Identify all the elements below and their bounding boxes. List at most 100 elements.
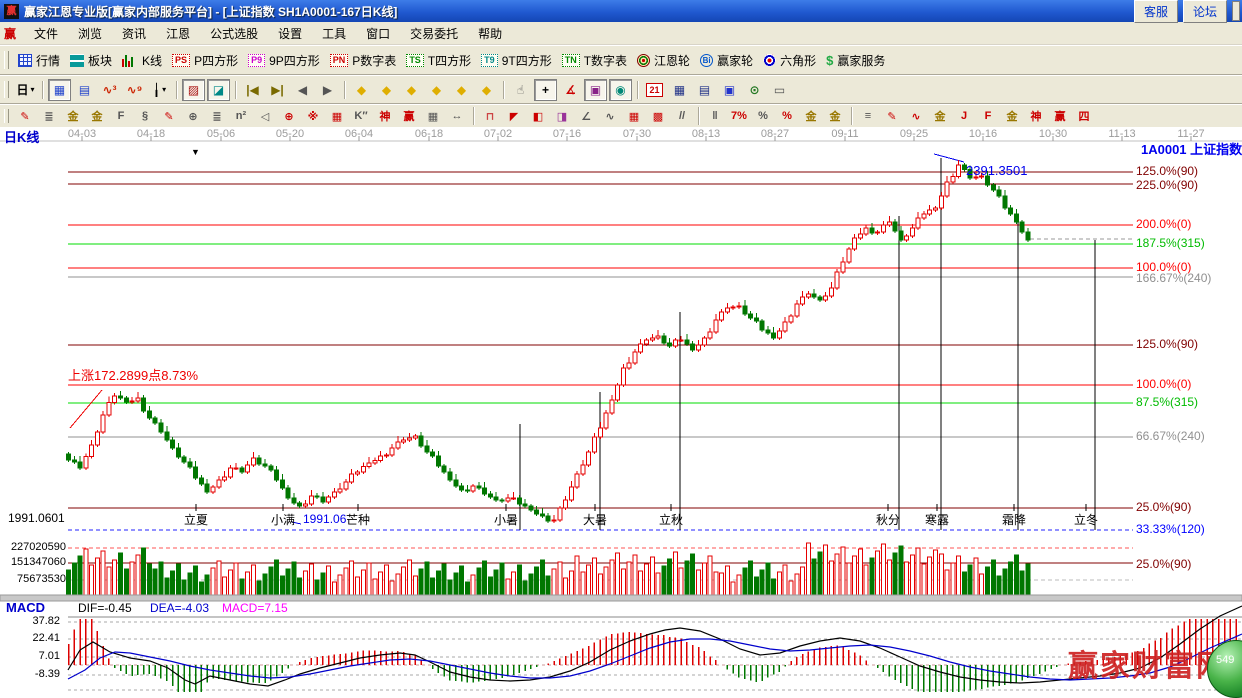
toolbar-button-kline[interactable]: K线 (117, 49, 167, 72)
toolbar-button-t9-square[interactable]: T99T四方形 (476, 49, 557, 72)
tool-gann-diamond-x[interactable]: ◆ (425, 79, 448, 101)
tool-angle-lines[interactable]: ∠ (575, 107, 597, 126)
toolbar-button-p-number-table[interactable]: PNP数字表 (325, 49, 402, 72)
tool-gann-box[interactable]: ▣ (584, 79, 607, 101)
tool-grid-red-1[interactable]: ▦ (623, 107, 645, 126)
tool-goto-first[interactable]: |◀ (241, 79, 264, 101)
tool-percent-plain[interactable]: % (752, 107, 774, 126)
tool-gann-comb[interactable]: ≣ (38, 107, 60, 126)
menu-item-8[interactable]: 交易委托 (400, 23, 468, 44)
toolbar-grip[interactable] (4, 109, 9, 123)
tool-fan-box-2[interactable]: ◨ (551, 107, 573, 126)
tool-span-arrows[interactable]: ↔ (446, 107, 468, 126)
toolbar-button-t-number-table[interactable]: TNT数字表 (557, 49, 632, 72)
menu-item-3[interactable]: 江恩 (156, 23, 200, 44)
tool-period-day-dropdown[interactable]: 日▾ (14, 79, 37, 101)
tool-rect-tool[interactable]: ⊓ (479, 107, 501, 126)
period-label[interactable]: 日K线 (4, 131, 39, 144)
toolbar-button-winner-service[interactable]: $赢家服务 (821, 49, 890, 72)
tool-f-slope[interactable]: F (977, 107, 999, 126)
tool-ying-tool[interactable]: 赢 (398, 107, 420, 126)
tool-percent-line[interactable]: % (776, 107, 798, 126)
tool-angle-measure[interactable]: ∡ (559, 79, 582, 101)
tool-circle-comb[interactable]: ⊕ (182, 107, 204, 126)
tool-draw-pen[interactable]: ✎ (14, 107, 36, 126)
tool-fan-box-1[interactable]: ◧ (527, 107, 549, 126)
toolbar-button-hexagon[interactable]: 六角形 (758, 49, 821, 72)
tool-crosshair[interactable]: + (534, 79, 557, 101)
tool-wave-pen[interactable]: ✎ (881, 107, 903, 126)
tool-ying-slope[interactable]: 赢 (1049, 107, 1071, 126)
tool-print[interactable]: ▭ (768, 79, 791, 101)
toolbar-button-sectors[interactable]: 板块 (65, 49, 117, 72)
toolbar-button-winner-wheel[interactable]: Bi赢家轮 (695, 49, 758, 72)
menu-item-5[interactable]: 设置 (268, 23, 312, 44)
toolbar-button-gann-wheel[interactable]: 江恩轮 (632, 49, 695, 72)
menu-item-6[interactable]: 工具 (312, 23, 356, 44)
tool-mind-tool[interactable]: ◉ (609, 79, 632, 101)
tool-scale-comb[interactable]: ‖ (704, 107, 726, 126)
menu-item-1[interactable]: 浏览 (68, 23, 112, 44)
tool-distribution-tool[interactable]: ◪ (207, 79, 230, 101)
tool-angle-tool[interactable]: ◁ (254, 107, 276, 126)
tool-refresh-data[interactable]: ⊙ (743, 79, 766, 101)
tool-save[interactable]: ▣ (718, 79, 741, 101)
tool-wave-9[interactable]: ∿⁹ (123, 79, 146, 101)
tool-star-circle[interactable]: ※ (302, 107, 324, 126)
tool-calculator[interactable]: ▦ (668, 79, 691, 101)
tool-gann-diamond-star[interactable]: ◆ (475, 79, 498, 101)
tool-gold-comb-2[interactable]: 金 (86, 107, 108, 126)
tool-j-slope[interactable]: J (953, 107, 975, 126)
tool-fibo-comb[interactable]: F (110, 107, 132, 126)
tool-target-cross[interactable]: ⊕ (278, 107, 300, 126)
menu-item-0[interactable]: 文件 (24, 23, 68, 44)
tool-shen-slope[interactable]: 神 (1025, 107, 1047, 126)
tool-zigzag-tool[interactable]: ∿ (599, 107, 621, 126)
toolbar-grip[interactable] (4, 51, 9, 69)
titlebar-button-kefu[interactable]: 客服 (1134, 0, 1178, 23)
tool-spiral-tool[interactable]: § (134, 107, 156, 126)
tool-gann-diamond-h[interactable]: ◆ (400, 79, 423, 101)
tool-calendar[interactable]: 21 (643, 79, 666, 101)
toolbar-button-p9-square[interactable]: P99P四方形 (243, 49, 325, 72)
tool-gold-slope[interactable]: 金 (929, 107, 951, 126)
macd-pane-title[interactable]: MACD (6, 601, 45, 614)
tool-candle-type-dropdown[interactable]: ╽▾ (148, 79, 171, 101)
menu-item-9[interactable]: 帮助 (468, 23, 512, 44)
tool-draw-pen-2[interactable]: ✎ (158, 107, 180, 126)
toolbar-button-p-square[interactable]: PSP四方形 (167, 49, 243, 72)
tool-step-back[interactable]: ◀ (291, 79, 314, 101)
menu-item-7[interactable]: 窗口 (356, 23, 400, 44)
tool-gold-slope-2[interactable]: 金 (1001, 107, 1023, 126)
menu-item-4[interactable]: 公式选股 (200, 23, 268, 44)
tool-multi-chart[interactable]: ▦ (48, 79, 71, 101)
tool-grid-circle[interactable]: ▦ (326, 107, 348, 126)
tool-n-square[interactable]: n² (230, 107, 252, 126)
tool-av-wave[interactable]: ∿ (905, 107, 927, 126)
tool-pan-hand[interactable]: ☝ (509, 79, 532, 101)
tool-slash-lines[interactable]: // (671, 107, 693, 126)
tool-si-slope[interactable]: 四 (1073, 107, 1095, 126)
tool-ruler-comb[interactable]: ≡ (857, 107, 879, 126)
menu-item-2[interactable]: 资讯 (112, 23, 156, 44)
tool-info-panel[interactable]: ▤ (73, 79, 96, 101)
titlebar-button-partial[interactable] (1232, 1, 1240, 21)
toolbar-button-quotes[interactable]: 行情 (13, 49, 65, 72)
tool-wave-3[interactable]: ∿³ (98, 79, 121, 101)
tool-grid-red-2[interactable]: ▩ (647, 107, 669, 126)
tool-step-forward[interactable]: ▶ (316, 79, 339, 101)
tool-gann-diamond-right[interactable]: ◆ (375, 79, 398, 101)
tool-percent-angle[interactable]: 7% (728, 107, 750, 126)
tool-fan-lines[interactable]: ◤ (503, 107, 525, 126)
tool-region-tool[interactable]: ▨ (182, 79, 205, 101)
tool-gann-diamond-left[interactable]: ◆ (350, 79, 373, 101)
tool-k-prime[interactable]: K″ (350, 107, 372, 126)
tool-gann-diamond-plus[interactable]: ◆ (450, 79, 473, 101)
toolbar-grip[interactable] (4, 81, 9, 99)
tool-comb-plain[interactable]: ≣ (206, 107, 228, 126)
tool-shen-tool[interactable]: 神 (374, 107, 396, 126)
tool-gold-line[interactable]: 金 (824, 107, 846, 126)
tool-gold-circle[interactable]: 金 (800, 107, 822, 126)
toolbar-button-t-square[interactable]: TST四方形 (401, 49, 476, 72)
tool-memo[interactable]: ▤ (693, 79, 716, 101)
